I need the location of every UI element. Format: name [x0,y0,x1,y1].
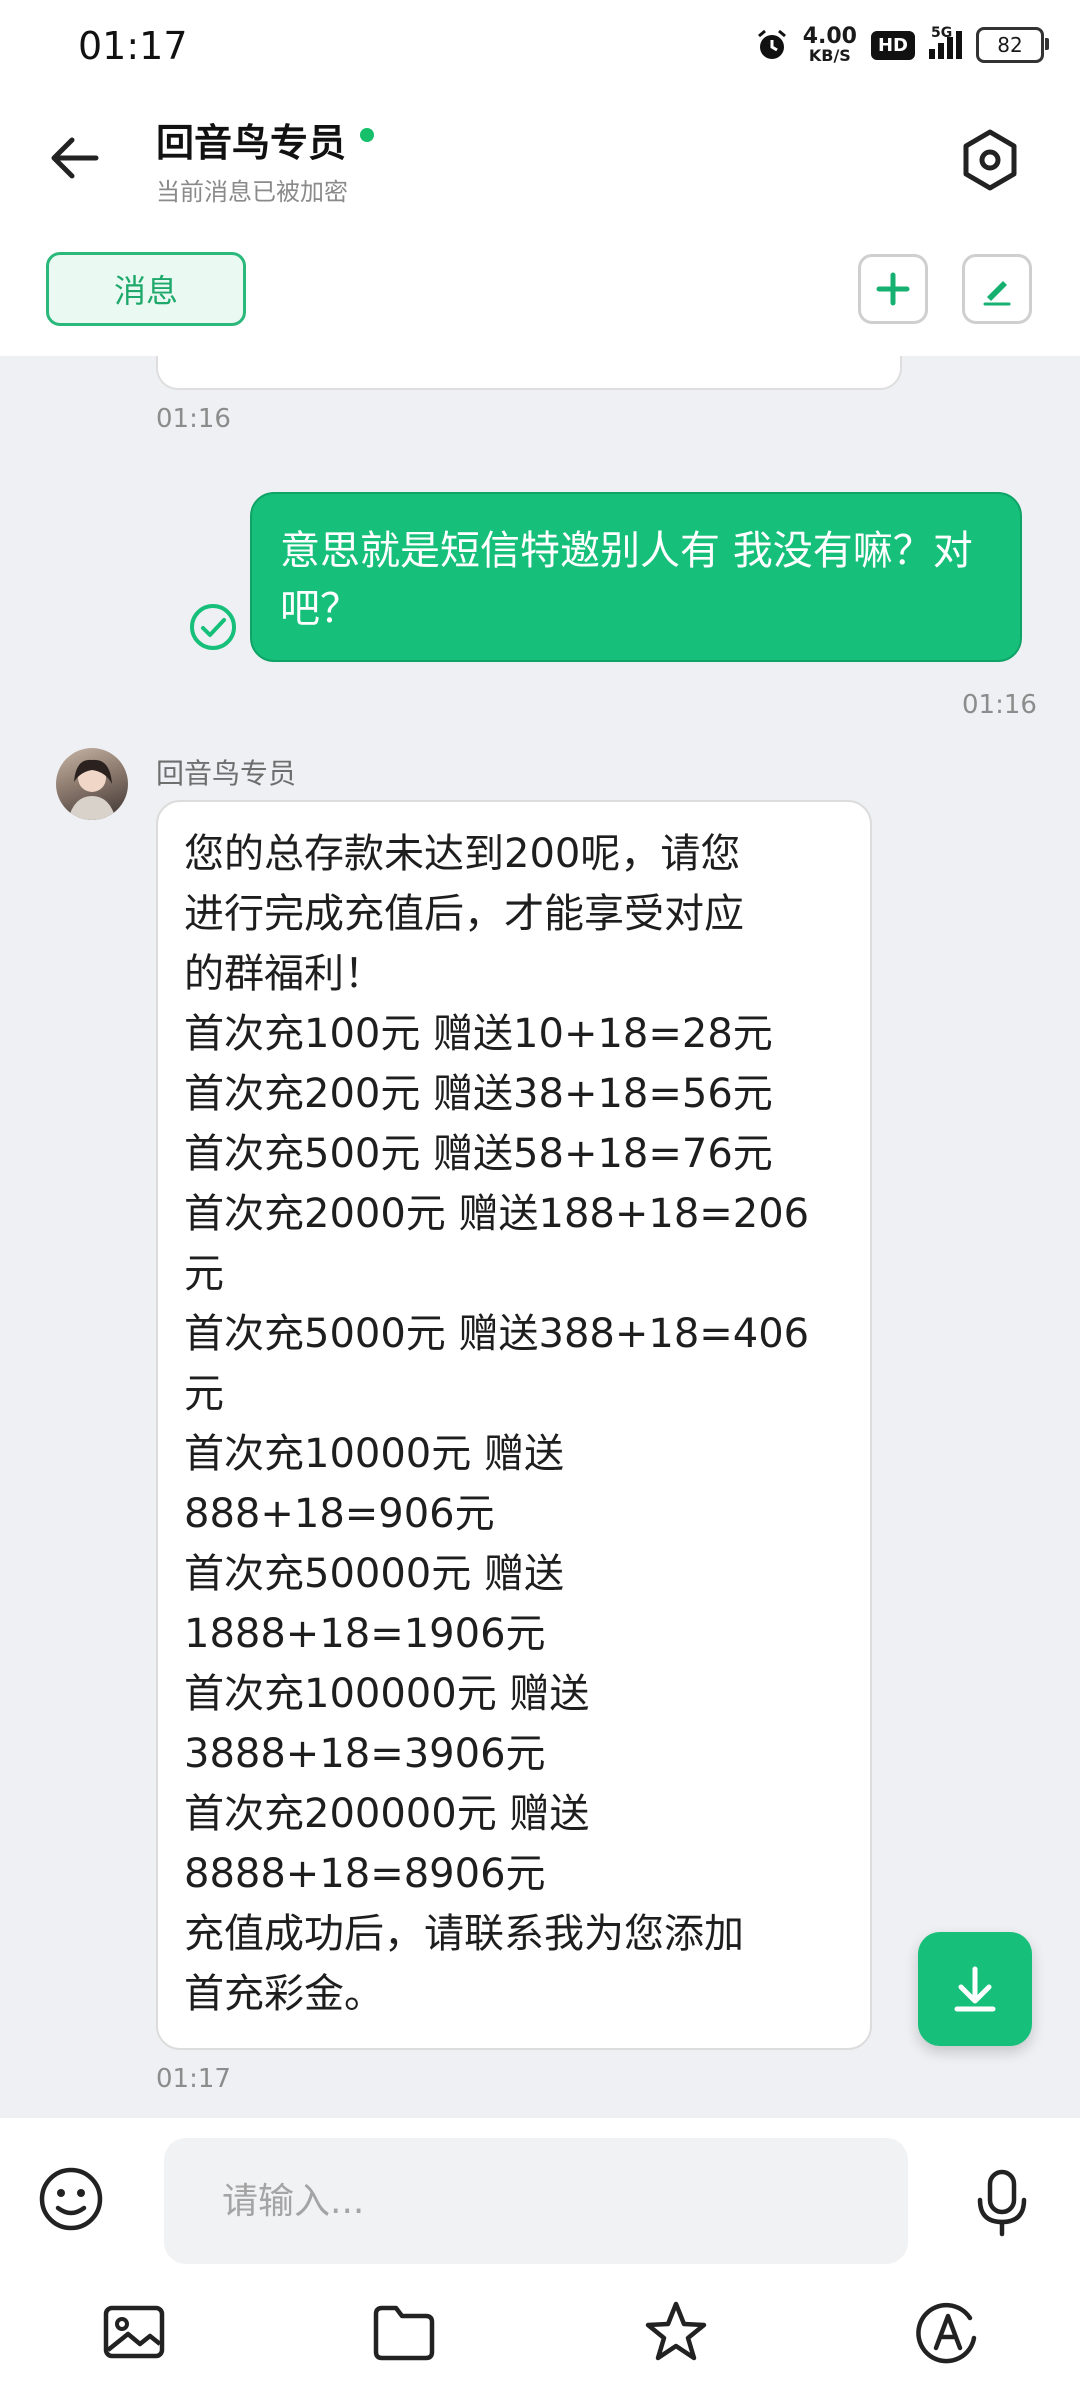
settings-hexagon-icon[interactable] [956,126,1024,194]
scroll-to-bottom-button[interactable] [918,1932,1032,2046]
pencil-icon [983,281,1011,306]
sender-avatar[interactable] [56,748,128,820]
star-icon[interactable] [640,2296,712,2368]
online-status-dot [360,128,374,142]
message-line: 首次充5000元 赠送388+18=406 [184,1311,810,1357]
chat-title: 回音鸟专员 [156,121,347,165]
image-icon[interactable] [98,2296,170,2368]
message-line: 元 [184,1251,224,1297]
text-style-icon[interactable] [912,2296,984,2368]
network-type: 5G [931,25,953,41]
message-line: 首次充100000元 赠送 [184,1671,590,1717]
message-line: 您的总存款未达到200呢，请您 [184,831,741,877]
avatar-image [68,759,116,820]
message-line: 888+18=906元 [184,1491,495,1537]
add-button[interactable] [858,254,928,324]
network-speed: 4.00 KB/S [803,26,857,64]
alarm-icon [757,29,786,59]
message-line: 首次充2000元 赠送188+18=206 [184,1191,810,1237]
hd-badge: HD [870,30,915,60]
message-line: 首次充100元 赠送10+18=28元 [184,1011,773,1057]
message-input[interactable] [164,2138,908,2264]
sent-message-bubble[interactable]: 意思就是短信特邀别人有 我没有嘛？对吧？ [250,492,1022,662]
speed-value: 4.00 [802,24,857,49]
message-line: 首次充200000元 赠送 [184,1791,590,1837]
received-message-bubble[interactable]: 您的总存款未达到200呢，请您 进行完成充值后，才能享受对应 的群福利！ 首次充… [156,800,872,2050]
signal-icon: 5G [929,25,962,59]
status-icons: 4.00 KB/S HD 5G 82 [755,25,1049,64]
message-line: 3888+18=3906元 [184,1731,546,1777]
sender-name: 回音鸟专员 [156,757,297,790]
encryption-notice: 当前消息已被加密 [156,178,348,206]
previous-message-bubble [156,356,902,390]
message-line: 1888+18=1906元 [184,1611,546,1657]
tab-messages[interactable]: 消息 [46,252,246,326]
message-line: 元 [184,1371,224,1417]
back-arrow-icon[interactable] [44,126,108,190]
received-message-time: 01:17 [156,2064,231,2094]
status-time: 01:17 [78,24,188,68]
edit-button[interactable] [962,254,1032,324]
message-line: 进行完成充值后，才能享受对应 [184,891,744,937]
message-line: 的群福利！ [184,951,384,997]
message-line: 首次充500元 赠送58+18=76元 [184,1131,773,1177]
message-line: 首次充50000元 赠送 [184,1551,564,1597]
speed-unit: KB/S [808,46,851,65]
chat-area[interactable]: 01:16 意思就是短信特邀别人有 我没有嘛？对吧？ 01:16 回音鸟专员 您… [0,356,1080,2118]
message-line: 首次充10000元 赠送 [184,1431,564,1477]
message-line: 充值成功后，请联系我为您添加 [184,1911,744,1957]
message-line: 首次充200元 赠送38+18=56元 [184,1071,773,1117]
battery-icon: 82 [976,27,1049,63]
message-line: 首充彩金。 [184,1971,384,2017]
plus-icon [876,272,910,306]
delivered-check-icon [190,604,236,650]
message-time: 01:16 [156,404,231,434]
microphone-icon[interactable] [966,2166,1038,2238]
battery-level: 82 [997,33,1023,57]
download-arrow-icon [954,1966,996,2012]
folder-icon[interactable] [368,2296,440,2368]
message-line: 8888+18=8906元 [184,1851,546,1897]
emoji-icon[interactable] [36,2164,106,2234]
sent-message-time: 01:16 [962,690,1037,720]
